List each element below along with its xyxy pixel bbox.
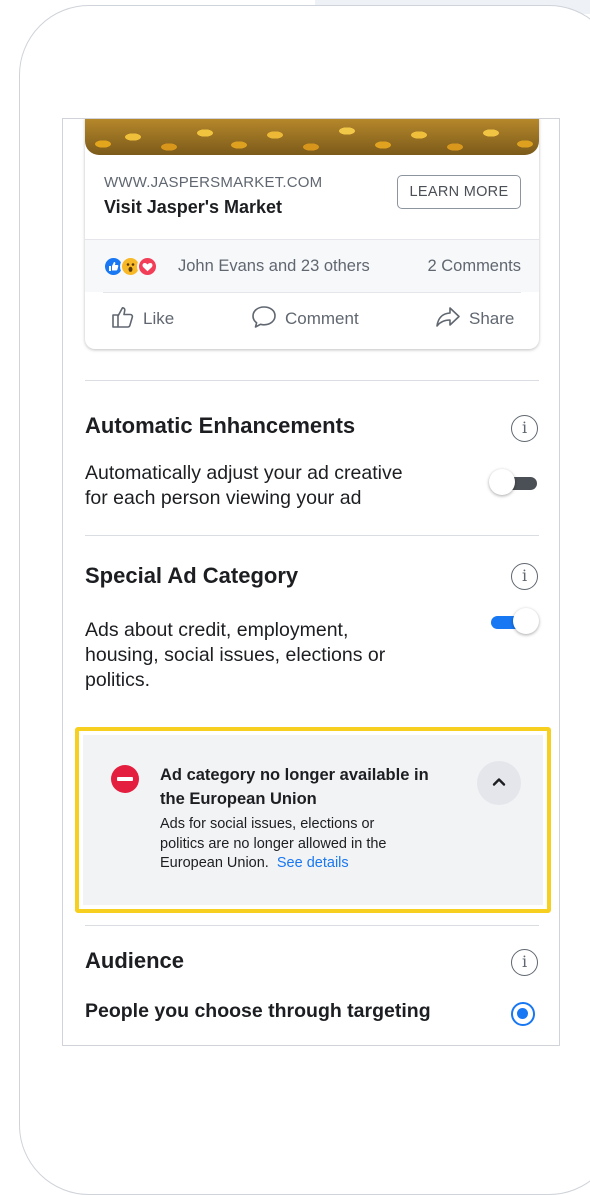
comment-bubble-icon <box>250 304 285 335</box>
collapse-button[interactable] <box>477 761 521 805</box>
reactions-row: John Evans and 23 others 2 Comments <box>85 240 539 292</box>
thumbs-up-icon <box>110 304 143 335</box>
like-button[interactable]: Like <box>110 303 174 335</box>
warning-title: Ad category no longer available in the E… <box>160 766 429 808</box>
error-minus-icon <box>111 765 139 793</box>
chevron-up-icon <box>492 774 506 792</box>
love-reaction-icon <box>137 256 158 277</box>
share-button[interactable]: Share <box>434 303 514 335</box>
ad-image-bananas <box>85 119 539 155</box>
automatic-enhancements-title: Automatic Enhancements <box>85 413 356 438</box>
comment-button[interactable]: Comment <box>250 303 359 335</box>
divider <box>103 292 521 293</box>
automatic-enhancements-description: Automatically adjust your ad creative fo… <box>85 462 403 509</box>
learn-more-button[interactable]: LEARN MORE <box>397 175 521 209</box>
share-label: Share <box>469 309 515 328</box>
comments-count[interactable]: 2 Comments <box>427 257 521 276</box>
toggle-knob <box>489 469 515 495</box>
ad-preview-card: WWW.JASPERSMARKET.COM Visit Jasper's Mar… <box>85 119 539 349</box>
ad-url: WWW.JASPERSMARKET.COM <box>104 174 323 191</box>
info-icon[interactable]: i <box>511 949 538 976</box>
ad-title: Visit Jasper's Market <box>104 197 283 217</box>
reaction-icons <box>103 256 169 278</box>
special-ad-category-title: Special Ad Category <box>85 563 299 588</box>
share-arrow-icon <box>434 304 469 335</box>
comment-label: Comment <box>285 309 359 328</box>
like-label: Like <box>143 309 175 328</box>
warning-content: Ad category no longer available in the E… <box>83 735 543 905</box>
audience-title: Audience <box>85 948 185 973</box>
audience-option-label: People you choose through targeting <box>85 1000 431 1022</box>
audience-targeting-radio[interactable] <box>511 1002 535 1026</box>
info-icon[interactable]: i <box>511 415 538 442</box>
eu-warning-banner: Ad category no longer available in the E… <box>75 727 551 913</box>
automatic-enhancements-toggle[interactable] <box>489 469 537 495</box>
ad-settings-screen: WWW.JASPERSMARKET.COM Visit Jasper's Mar… <box>62 118 560 1046</box>
info-icon[interactable]: i <box>511 563 538 590</box>
see-details-link[interactable]: See details <box>277 855 349 871</box>
special-ad-category-description: Ads about credit, employment, housing, s… <box>85 619 386 691</box>
special-ad-category-toggle[interactable] <box>491 608 539 634</box>
section-divider <box>85 380 539 381</box>
section-divider <box>85 925 539 926</box>
section-divider <box>85 535 539 536</box>
reactions-summary[interactable]: John Evans and 23 others <box>178 257 370 276</box>
toggle-knob <box>513 608 539 634</box>
warning-body: Ads for social issues, elections or poli… <box>160 816 387 871</box>
